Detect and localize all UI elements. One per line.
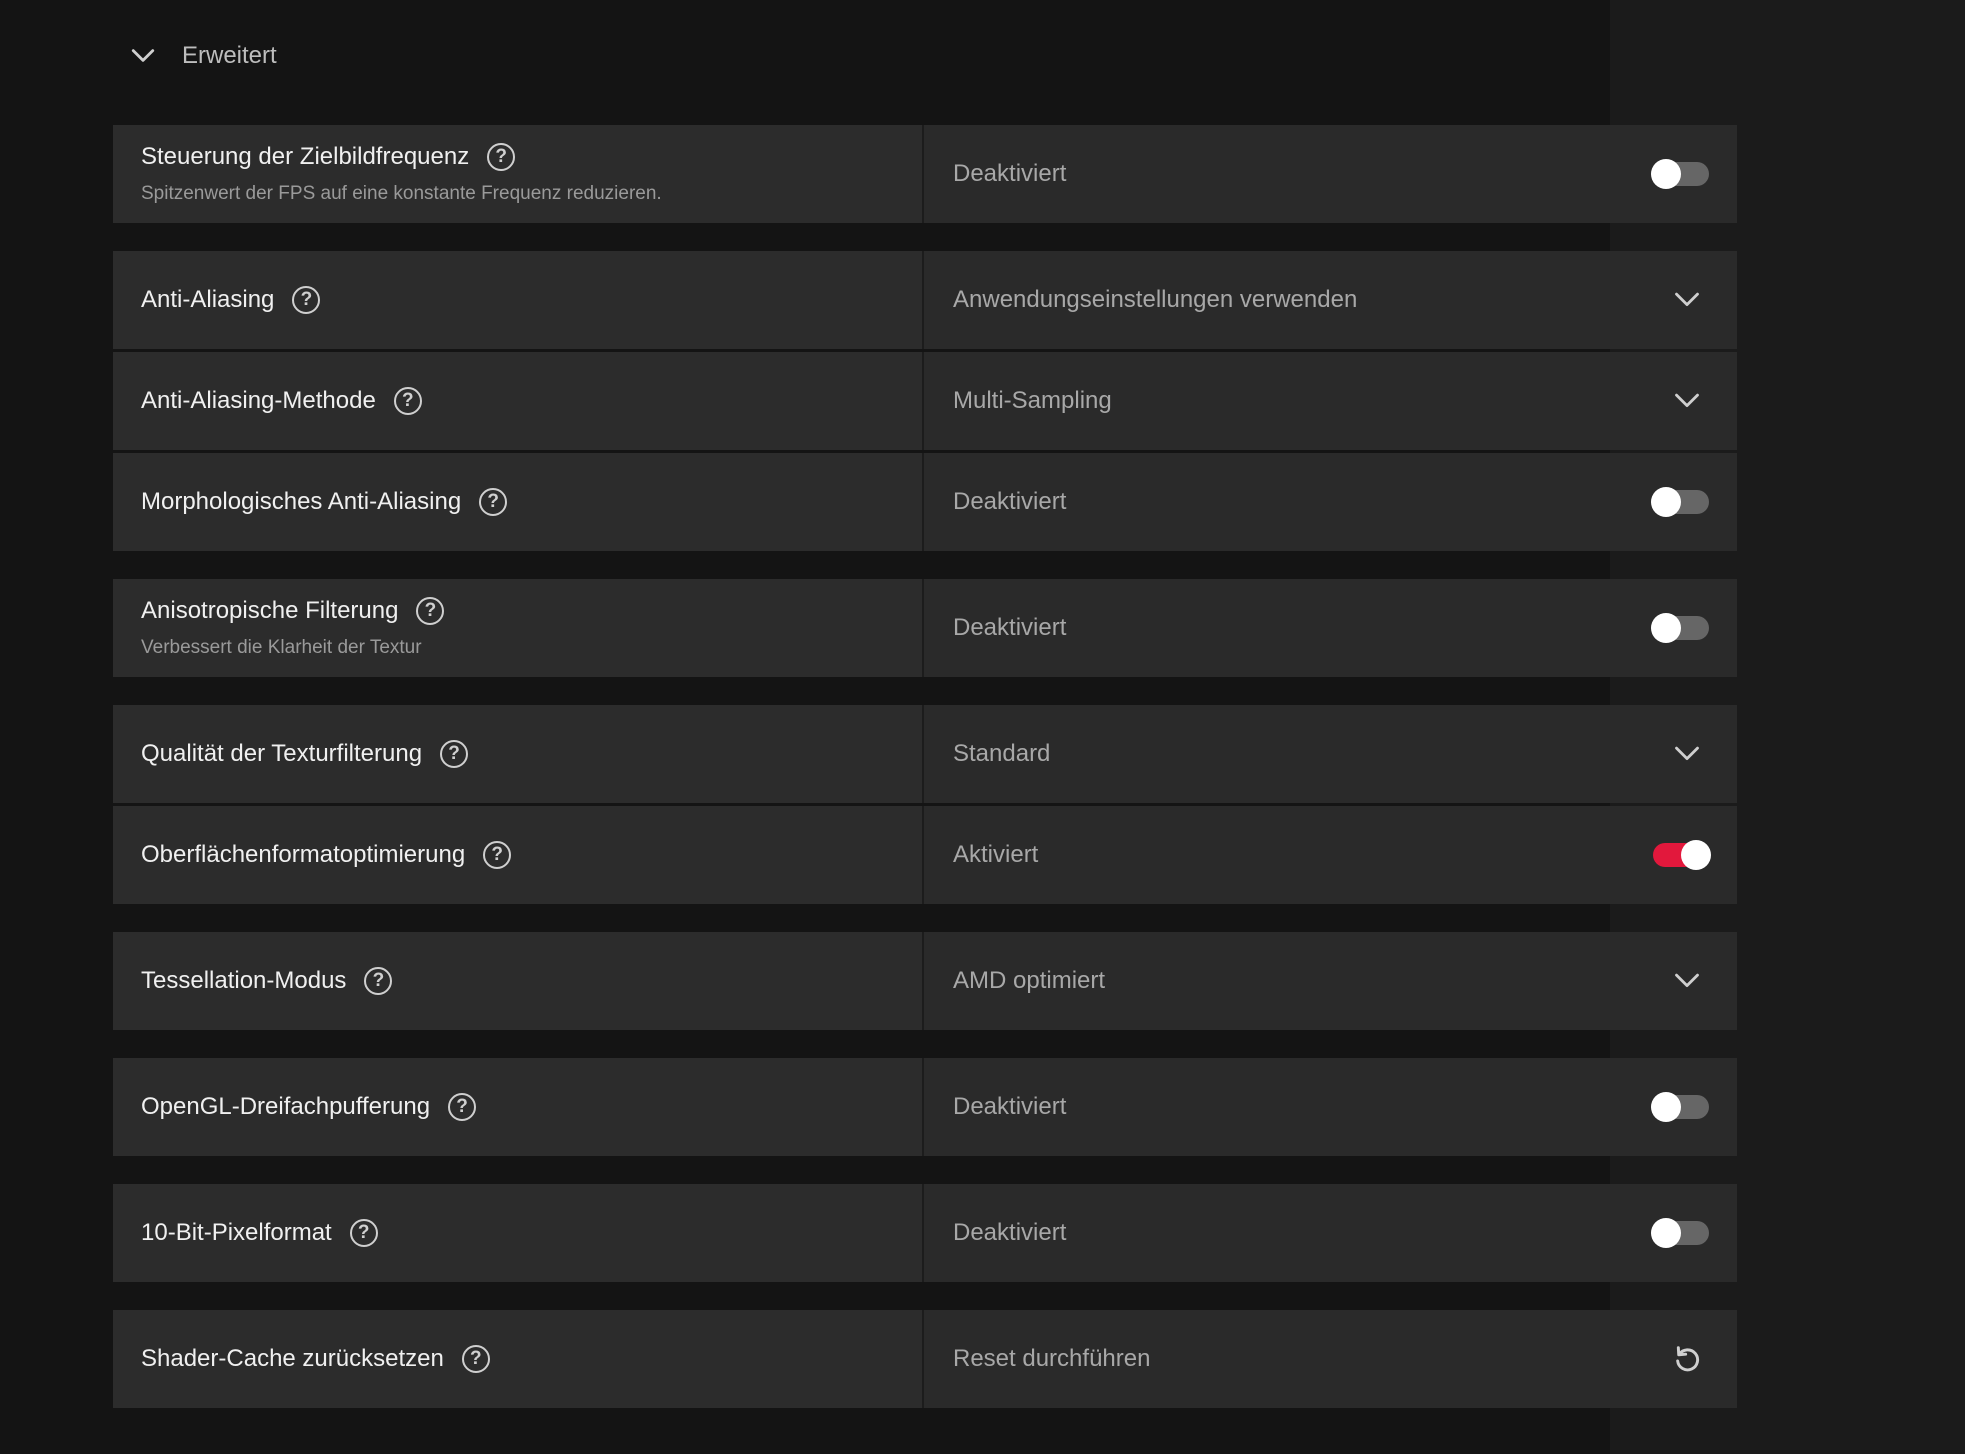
section-header-advanced[interactable]: Erweitert [130,36,277,76]
toggle-switch[interactable] [1653,840,1711,870]
reset-action-label: Reset durchführen [953,1345,1151,1372]
setting-label-cell: 10-Bit-Pixelformat ? [113,1184,924,1282]
setting-row-morphological-aa: Morphologisches Anti-Aliasing ? Deaktivi… [113,453,1737,551]
help-icon[interactable]: ? [483,841,512,869]
setting-label-cell: Anisotropische Filterung ? Verbessert di… [113,579,924,677]
setting-control-cell[interactable]: Aktiviert [924,806,1737,904]
setting-control-cell[interactable]: Deaktiviert [924,1184,1737,1282]
help-icon[interactable]: ? [479,488,508,516]
help-icon[interactable]: ? [349,1219,378,1247]
setting-label-cell: Qualität der Texturfilterung ? [113,705,924,803]
toggle-switch[interactable] [1651,159,1709,189]
setting-label: Anisotropische Filterung [141,597,399,624]
dropdown-select[interactable]: Multi-Sampling [924,352,1737,450]
toggle-switch[interactable] [1651,487,1709,517]
setting-description: Spitzenwert der FPS auf eine konstante F… [141,183,662,204]
toggle-knob [1681,840,1711,870]
setting-row-target-frame-rate: Steuerung der Zielbildfrequenz ? Spitzen… [113,125,1737,223]
setting-label-cell: Anti-Aliasing-Methode ? [113,352,924,450]
help-icon[interactable]: ? [440,740,469,768]
setting-value: Deaktiviert [953,1219,1067,1246]
help-icon[interactable]: ? [487,143,516,171]
toggle-knob [1651,613,1681,643]
setting-control-cell[interactable]: Deaktiviert [924,579,1737,677]
setting-label: Shader-Cache zurücksetzen [141,1345,444,1372]
setting-row-anti-aliasing-method: Anti-Aliasing-Methode ? Multi-Sampling [113,352,1737,450]
reset-icon [1676,1346,1700,1372]
toggle-knob [1651,1218,1681,1248]
help-icon[interactable]: ? [364,967,393,995]
toggle-knob [1651,487,1681,517]
setting-row-anti-aliasing: Anti-Aliasing ? Anwendungseinstellungen … [113,251,1737,349]
setting-label: Oberflächenformatoptimierung [141,841,466,868]
chevron-down-icon [1675,393,1699,408]
chevron-down-icon [131,49,155,62]
dropdown-value: Anwendungseinstellungen verwenden [953,286,1358,313]
setting-label-cell: Morphologisches Anti-Aliasing ? [113,453,924,551]
setting-control-cell[interactable]: Deaktiviert [924,453,1737,551]
setting-label: Anti-Aliasing-Methode [141,387,376,414]
toggle-switch[interactable] [1651,613,1709,643]
setting-label-cell: Shader-Cache zurücksetzen ? [113,1310,924,1408]
setting-label: OpenGL-Dreifachpufferung [141,1093,431,1120]
setting-row-anisotropic-filtering: Anisotropische Filterung ? Verbessert di… [113,579,1737,677]
help-icon[interactable]: ? [448,1093,477,1121]
setting-label: Qualität der Texturfilterung [141,740,423,767]
setting-control-cell[interactable]: Deaktiviert [924,1058,1737,1156]
setting-label-cell: Oberflächenformatoptimierung ? [113,806,924,904]
setting-row-10-bit-pixel-format: 10-Bit-Pixelformat ? Deaktiviert [113,1184,1737,1282]
setting-row-tessellation-mode: Tessellation-Modus ? AMD optimiert [113,932,1737,1030]
dropdown-value: AMD optimiert [953,967,1106,994]
setting-label: Morphologisches Anti-Aliasing [141,488,462,515]
help-icon[interactable]: ? [393,387,422,415]
setting-value: Deaktiviert [953,160,1067,187]
setting-label: Steuerung der Zielbildfrequenz [141,143,470,170]
setting-label-cell: Anti-Aliasing ? [113,251,924,349]
dropdown-select[interactable]: Standard [924,705,1737,803]
setting-label: Tessellation-Modus [141,967,347,994]
section-title: Erweitert [182,42,277,69]
setting-value: Aktiviert [953,841,1039,868]
setting-row-opengl-triple-buffering: OpenGL-Dreifachpufferung ? Deaktiviert [113,1058,1737,1156]
help-icon[interactable]: ? [292,286,321,314]
setting-label-cell: OpenGL-Dreifachpufferung ? [113,1058,924,1156]
setting-value: Deaktiviert [953,614,1067,641]
chevron-down-icon [1675,746,1699,761]
setting-value: Deaktiviert [953,488,1067,515]
setting-label: Anti-Aliasing [141,286,275,313]
toggle-knob [1651,1092,1681,1122]
reset-action-button[interactable]: Reset durchführen [924,1310,1737,1408]
toggle-knob [1651,159,1681,189]
help-icon[interactable]: ? [461,1345,490,1373]
help-icon[interactable]: ? [416,597,445,625]
setting-label-cell: Steuerung der Zielbildfrequenz ? Spitzen… [113,125,924,223]
dropdown-select[interactable]: Anwendungseinstellungen verwenden [924,251,1737,349]
toggle-switch[interactable] [1651,1218,1709,1248]
setting-row-reset-shader-cache: Shader-Cache zurücksetzen ? Reset durchf… [113,1310,1737,1408]
setting-label: 10-Bit-Pixelformat [141,1219,332,1246]
setting-label-cell: Tessellation-Modus ? [113,932,924,1030]
chevron-down-icon [1675,973,1699,988]
setting-row-texture-filtering-quality: Qualität der Texturfilterung ? Standard [113,705,1737,803]
dropdown-select[interactable]: AMD optimiert [924,932,1737,1030]
chevron-down-icon [1675,292,1699,307]
setting-row-surface-format-optimization: Oberflächenformatoptimierung ? Aktiviert [113,806,1737,904]
dropdown-value: Multi-Sampling [953,387,1112,414]
toggle-switch[interactable] [1651,1092,1709,1122]
dropdown-value: Standard [953,740,1051,767]
setting-control-cell[interactable]: Deaktiviert [924,125,1737,223]
setting-description: Verbessert die Klarheit der Textur [141,637,422,658]
setting-value: Deaktiviert [953,1093,1067,1120]
